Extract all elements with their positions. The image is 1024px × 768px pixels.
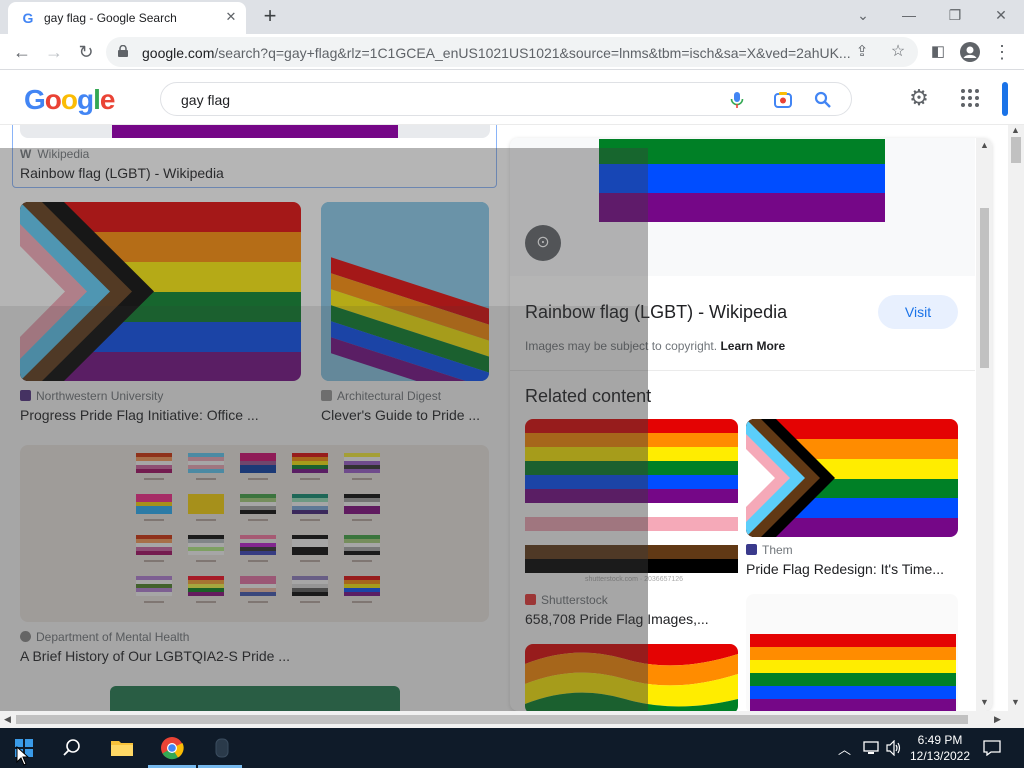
google-logo[interactable]: Google bbox=[24, 84, 116, 116]
related-source: Them bbox=[746, 543, 793, 557]
google-header: Google gay flag ⚙ bbox=[0, 71, 1024, 125]
reload-button[interactable]: ↻ bbox=[72, 38, 100, 66]
close-window-button[interactable]: ✕ bbox=[987, 4, 1015, 26]
related-caption: Pride Flag Redesign: It's Time... bbox=[746, 561, 944, 577]
profile-avatar[interactable] bbox=[956, 38, 984, 66]
scroll-up-arrow-icon[interactable]: ▲ bbox=[1011, 125, 1020, 135]
lock-icon bbox=[118, 45, 128, 57]
mouse-cursor-icon bbox=[16, 746, 30, 766]
page-vertical-scrollbar[interactable]: ▲ ▼ bbox=[1008, 125, 1024, 711]
logo-letter: o bbox=[44, 84, 62, 115]
tab-title: gay flag - Google Search bbox=[44, 11, 177, 25]
panel-scroll-thumb[interactable] bbox=[980, 208, 989, 368]
minimize-button[interactable]: — bbox=[895, 4, 923, 26]
scroll-down-arrow-icon[interactable]: ▼ bbox=[1011, 697, 1020, 707]
restore-button[interactable]: ❐ bbox=[941, 4, 969, 26]
search-input[interactable]: gay flag bbox=[160, 82, 852, 116]
back-button[interactable]: ← bbox=[8, 38, 36, 66]
search-icon[interactable] bbox=[813, 90, 833, 110]
rainbow-flag-preview[interactable] bbox=[599, 139, 885, 222]
close-tab-icon[interactable]: ✕ bbox=[222, 8, 240, 26]
microphone-icon[interactable] bbox=[727, 90, 747, 110]
taskbar-app-button[interactable] bbox=[198, 728, 246, 768]
url-host: google.com bbox=[142, 45, 215, 61]
google-favicon-icon: G bbox=[22, 10, 34, 26]
them-icon bbox=[746, 544, 757, 555]
related-source-label: Them bbox=[762, 543, 793, 557]
search-icon bbox=[63, 739, 80, 756]
related-thumbnail bbox=[746, 419, 958, 537]
url-text: google.com/search?q=gay+flag&rlz=1C1GCEA… bbox=[142, 45, 852, 61]
notifications-icon[interactable] bbox=[983, 740, 1001, 756]
address-bar[interactable]: google.com/search?q=gay+flag&rlz=1C1GCEA… bbox=[106, 37, 918, 67]
logo-letter: e bbox=[99, 84, 116, 115]
google-lens-icon[interactable] bbox=[773, 90, 793, 110]
chrome-taskbar-button[interactable] bbox=[148, 728, 196, 768]
scroll-down-arrow-icon[interactable]: ▼ bbox=[980, 697, 989, 707]
forward-button[interactable]: → bbox=[40, 38, 68, 66]
tab-strip: G gay flag - Google Search ✕ + ⌄ — ❐ ✕ bbox=[0, 0, 1024, 34]
bookmark-star-icon[interactable]: ☆ bbox=[884, 38, 912, 66]
url-path: /search?q=gay+flag&rlz=1C1GCEA_enUS1021U… bbox=[214, 45, 851, 61]
related-card[interactable]: Them Pride Flag Redesign: It's Time... bbox=[746, 419, 958, 579]
visit-button[interactable]: Visit bbox=[878, 295, 958, 329]
lens-search-icon[interactable]: ⊙ bbox=[525, 225, 561, 261]
purple-stripe bbox=[112, 125, 398, 138]
settings-gear-icon[interactable]: ⚙ bbox=[906, 85, 932, 111]
chevron-up-icon[interactable]: ︿ bbox=[838, 739, 851, 758]
result-thumbnail bbox=[20, 125, 490, 138]
wikipedia-icon: W bbox=[20, 147, 32, 161]
chrome-menu-icon[interactable]: ⋮ bbox=[988, 38, 1016, 66]
logo-letter: g bbox=[77, 84, 94, 115]
network-icon[interactable] bbox=[863, 741, 881, 755]
chrome-icon bbox=[161, 737, 184, 760]
learn-more-link[interactable]: Learn More bbox=[720, 339, 785, 353]
result-caption: Rainbow flag (LGBT) - Wikipedia bbox=[20, 165, 224, 181]
tab-search-icon[interactable]: ⌄ bbox=[849, 4, 877, 26]
app-icon bbox=[215, 738, 229, 758]
result-source-label: Wikipedia bbox=[37, 147, 90, 161]
logo-letter: l bbox=[93, 84, 101, 115]
browser-toolbar: ← → ↻ google.com/search?q=gay+flag&rlz=1… bbox=[0, 34, 1024, 70]
system-clock[interactable]: 6:49 PM 12/13/2022 bbox=[908, 732, 972, 764]
logo-letter: G bbox=[24, 84, 46, 115]
clock-time: 6:49 PM bbox=[917, 733, 963, 747]
scroll-left-arrow-icon[interactable]: ◀ bbox=[4, 714, 11, 725]
related-card[interactable] bbox=[746, 594, 958, 711]
logo-letter: o bbox=[60, 84, 78, 115]
scroll-up-arrow-icon[interactable]: ▲ bbox=[980, 140, 989, 150]
related-thumbnail bbox=[750, 634, 956, 711]
account-button[interactable] bbox=[1002, 82, 1008, 116]
google-apps-icon[interactable] bbox=[960, 88, 980, 108]
panel-scrollbar[interactable]: ▲ ▼ bbox=[976, 138, 992, 711]
clock-date: 12/13/2022 bbox=[909, 749, 971, 763]
taskbar-search-button[interactable] bbox=[48, 728, 96, 768]
vertical-scroll-thumb[interactable] bbox=[1011, 137, 1021, 163]
side-panel-icon[interactable]: ◧ bbox=[924, 38, 952, 66]
search-query: gay flag bbox=[181, 92, 231, 108]
result-source: W Wikipedia bbox=[20, 147, 89, 161]
new-tab-button[interactable]: + bbox=[258, 5, 282, 29]
windows-taskbar: ︿ 6:49 PM 12/13/2022 bbox=[0, 728, 1024, 768]
page-horizontal-scrollbar[interactable]: ◀ ▶ bbox=[0, 711, 1024, 728]
scroll-right-arrow-icon[interactable]: ▶ bbox=[994, 714, 1001, 725]
preview-image-area: ⊙ bbox=[510, 138, 975, 276]
tab-google-search[interactable]: G gay flag - Google Search ✕ bbox=[8, 2, 246, 34]
horizontal-scroll-thumb[interactable] bbox=[16, 715, 968, 724]
dim-overlay-lower bbox=[0, 306, 648, 728]
share-icon[interactable]: ⇪ bbox=[848, 38, 876, 66]
result-card-selected[interactable]: W Wikipedia Rainbow flag (LGBT) - Wikiped… bbox=[12, 125, 497, 188]
folder-icon bbox=[111, 741, 133, 756]
volume-icon[interactable] bbox=[886, 740, 902, 756]
file-explorer-button[interactable] bbox=[98, 728, 146, 768]
